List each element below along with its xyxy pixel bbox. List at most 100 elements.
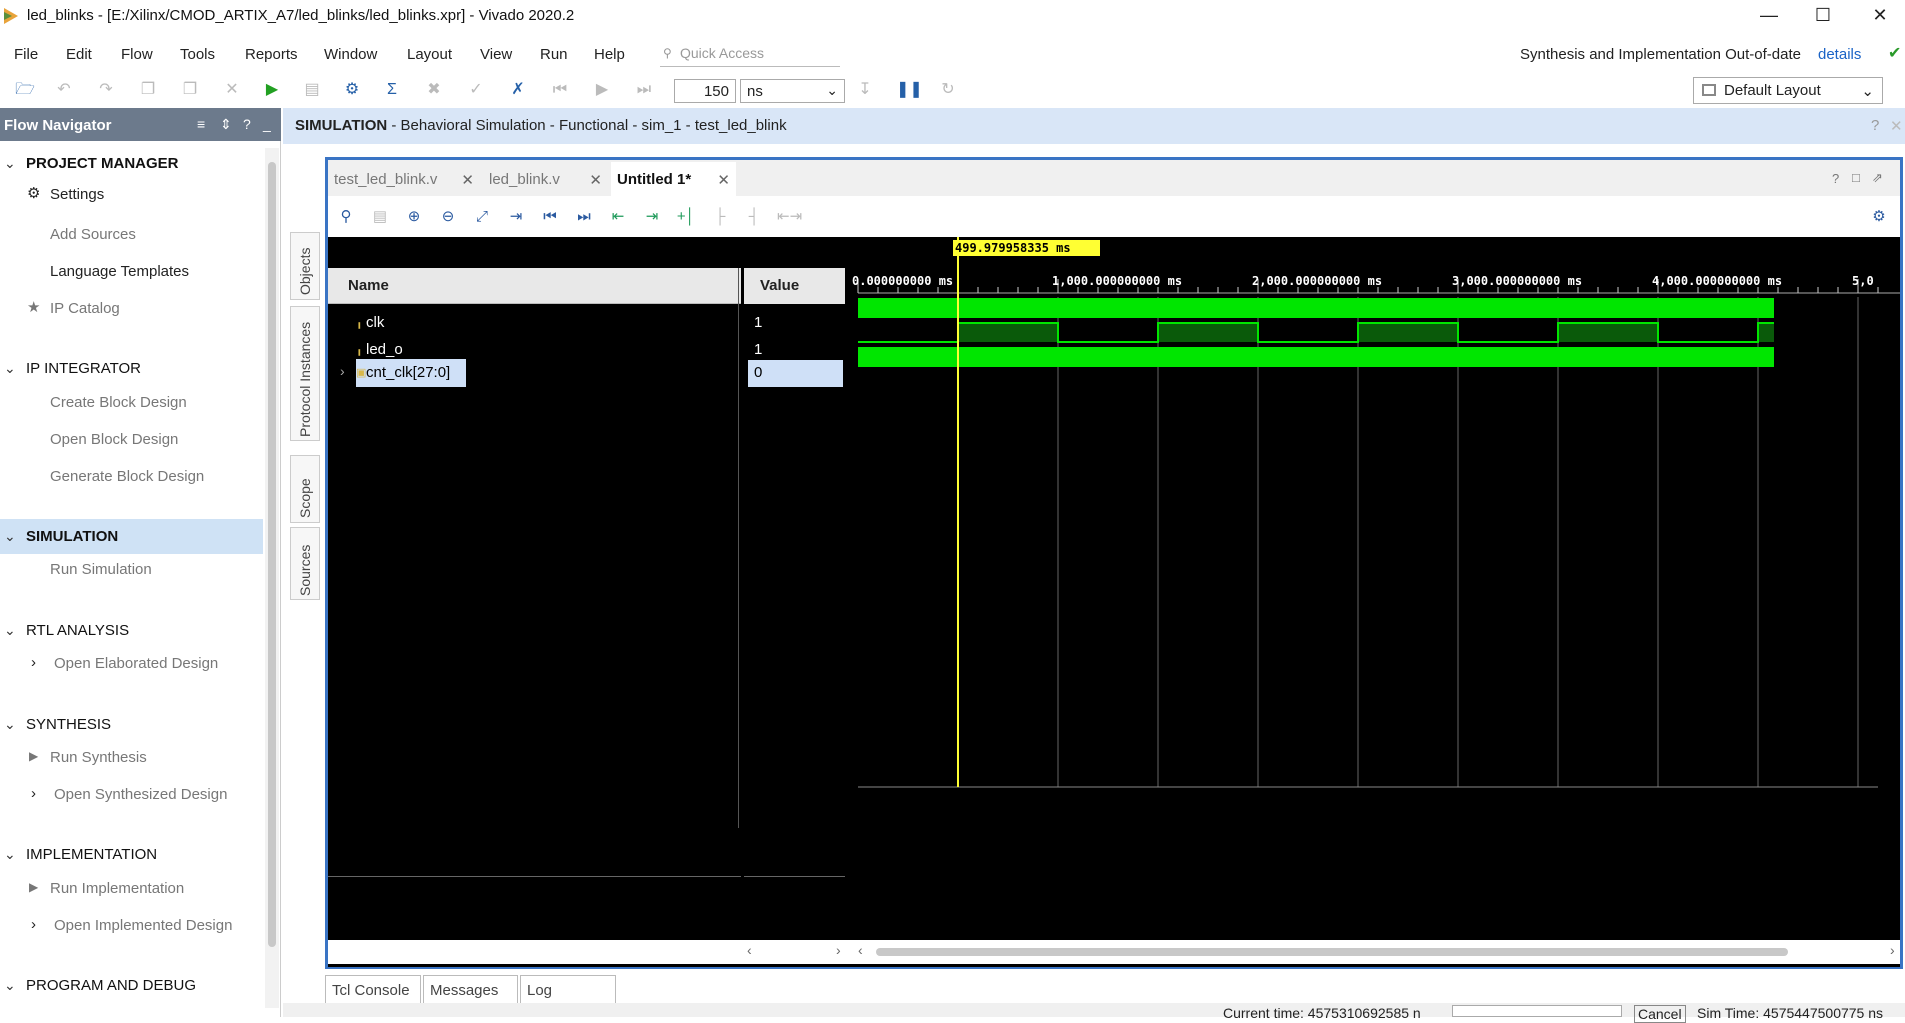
close-icon[interactable]: ✕ [717,171,730,189]
nav-run-simulation[interactable]: Run Simulation [50,561,152,578]
zoom-fit-icon[interactable]: ⤢ [471,206,493,228]
waveform-canvas[interactable] [850,237,1900,937]
step-icon[interactable]: ↧ [855,80,875,100]
tab-log[interactable]: Log [520,975,616,1003]
help-icon[interactable]: ? [1871,117,1879,134]
help-icon[interactable]: ? [1832,171,1839,186]
signal-name-cnt-clk[interactable]: cnt_clk[27:0] [366,364,450,381]
add-marker-icon[interactable]: +│ [675,206,697,228]
menu-window[interactable]: Window [324,46,377,63]
previous-transition-icon[interactable]: ⇤ [607,206,629,228]
nav-create-block-design[interactable]: Create Block Design [50,394,187,411]
float-icon[interactable]: ⇗ [1872,170,1883,186]
menu-tools[interactable]: Tools [180,46,215,63]
zoom-in-icon[interactable]: ⊕ [403,206,425,228]
section-program-debug[interactable]: PROGRAM AND DEBUG [26,977,196,994]
chevron-down-icon[interactable]: ⌄ [4,155,16,172]
menu-flow[interactable]: Flow [121,46,153,63]
chevron-right-icon[interactable]: › [31,785,36,802]
section-implementation[interactable]: IMPLEMENTATION [26,846,157,863]
side-tab-objects[interactable]: Objects [290,232,320,300]
tab-messages[interactable]: Messages [423,975,518,1003]
expand-chevron-icon[interactable]: › [340,363,345,379]
maximize-icon[interactable]: □ [1852,170,1860,185]
tab-tcl-console[interactable]: Tcl Console [325,975,421,1003]
chevron-down-icon[interactable]: ⌄ [4,716,16,733]
nav-ip-catalog[interactable]: IP Catalog [50,300,120,317]
copy-icon[interactable]: ❐ [138,80,158,100]
close-window-button[interactable]: ✕ [1857,0,1903,31]
run-all-icon[interactable]: ▶ [592,80,612,100]
tab-untitled-1[interactable]: Untitled 1* ✕ [611,162,736,196]
nav-run-synthesis[interactable]: Run Synthesis [50,749,147,766]
sim-time-input[interactable]: 150 [674,79,736,103]
scroll-right-icon[interactable]: › [836,942,841,958]
section-synthesis[interactable]: SYNTHESIS [26,716,111,733]
section-rtl-analysis[interactable]: RTL ANALYSIS [26,622,129,639]
swap-cursors-icon[interactable]: ⇤⇥ [777,206,802,228]
program-icon[interactable]: ▤ [302,80,322,100]
go-to-cursor-icon[interactable]: ⇥ [505,206,527,228]
settings-gear-icon[interactable]: ⚙ [1868,206,1890,228]
menu-layout[interactable]: Layout [407,46,452,63]
expand-all-icon[interactable]: ⇕ [220,116,232,133]
close-icon[interactable]: ✕ [589,171,602,189]
nav-open-block-design[interactable]: Open Block Design [50,431,178,448]
sigma-icon[interactable]: Σ [382,80,402,100]
close-icon[interactable]: ✕ [1890,117,1903,135]
go-to-start-icon[interactable]: ⏮ [539,206,561,228]
next-marker-icon[interactable]: ┤ [743,206,765,228]
sim-time-unit-select[interactable]: ns ⌄ [740,79,845,103]
relaunch-icon[interactable]: ↻ [938,80,958,100]
nav-settings[interactable]: Settings [50,186,104,203]
help-icon[interactable]: ? [243,116,251,132]
next-transition-icon[interactable]: ⇥ [641,206,663,228]
delete-icon[interactable]: ✕ [222,80,242,100]
nav-language-templates[interactable]: Language Templates [50,263,189,280]
menu-help[interactable]: Help [594,46,625,63]
search-icon[interactable]: ⚲ [335,206,357,228]
nav-open-synthesized-design[interactable]: Open Synthesized Design [54,786,227,803]
tool-icon[interactable]: ✖ [424,80,444,100]
run-icon[interactable]: ▶ [262,80,282,100]
quick-access-search[interactable]: ⚲ Quick Access [660,41,840,67]
nav-run-implementation[interactable]: Run Implementation [50,880,184,897]
nav-open-elaborated-design[interactable]: Open Elaborated Design [54,655,218,672]
scroll-left-icon[interactable]: ‹ [858,942,863,958]
signal-name-clk[interactable]: clk [366,314,384,331]
paste-icon[interactable]: ❐ [180,80,200,100]
previous-marker-icon[interactable]: ├ [709,206,731,228]
zoom-out-icon[interactable]: ⊖ [437,206,459,228]
section-project-manager[interactable]: PROJECT MANAGER [26,155,179,172]
menu-run[interactable]: Run [540,46,568,63]
signal-name-led-o[interactable]: led_o [366,341,403,358]
nav-add-sources[interactable]: Add Sources [50,226,136,243]
pause-icon[interactable]: ❚❚ [896,80,923,100]
restart-icon[interactable]: ⏮ [550,80,570,100]
settings-gear-icon[interactable]: ⚙ [342,80,362,100]
flow-navigator-scrollbar[interactable] [265,148,279,1008]
side-tab-sources[interactable]: Sources [290,527,320,600]
minimize-panel-icon[interactable]: _ [263,116,271,132]
side-tab-scope[interactable]: Scope [290,455,320,523]
cross-probe-icon[interactable]: ✗ [508,80,528,100]
column-divider[interactable] [738,268,739,828]
chevron-right-icon[interactable]: › [31,916,36,933]
name-column-header[interactable]: Name [328,268,741,304]
cancel-button[interactable]: Cancel [1634,1005,1686,1023]
run-for-icon[interactable]: ⏭ [634,80,654,100]
scroll-right-icon[interactable]: › [1890,942,1895,958]
tab-led-blink[interactable]: led_blink.v ✕ [483,162,608,196]
go-to-end-icon[interactable]: ⏭ [573,206,595,228]
undo-icon[interactable]: ↶ [54,80,74,100]
scrollbar-thumb[interactable] [268,162,276,947]
chevron-down-icon[interactable]: ⌄ [4,977,16,994]
nav-open-implemented-design[interactable]: Open Implemented Design [54,917,232,934]
minimize-button[interactable]: — [1746,0,1792,31]
layout-select[interactable]: Default Layout ⌄ [1693,77,1883,104]
maximize-button[interactable]: ☐ [1800,0,1846,31]
menu-edit[interactable]: Edit [66,46,92,63]
chevron-down-icon[interactable]: ⌄ [4,528,16,545]
save-icon[interactable]: ▤ [369,206,391,228]
chevron-right-icon[interactable]: › [31,654,36,671]
